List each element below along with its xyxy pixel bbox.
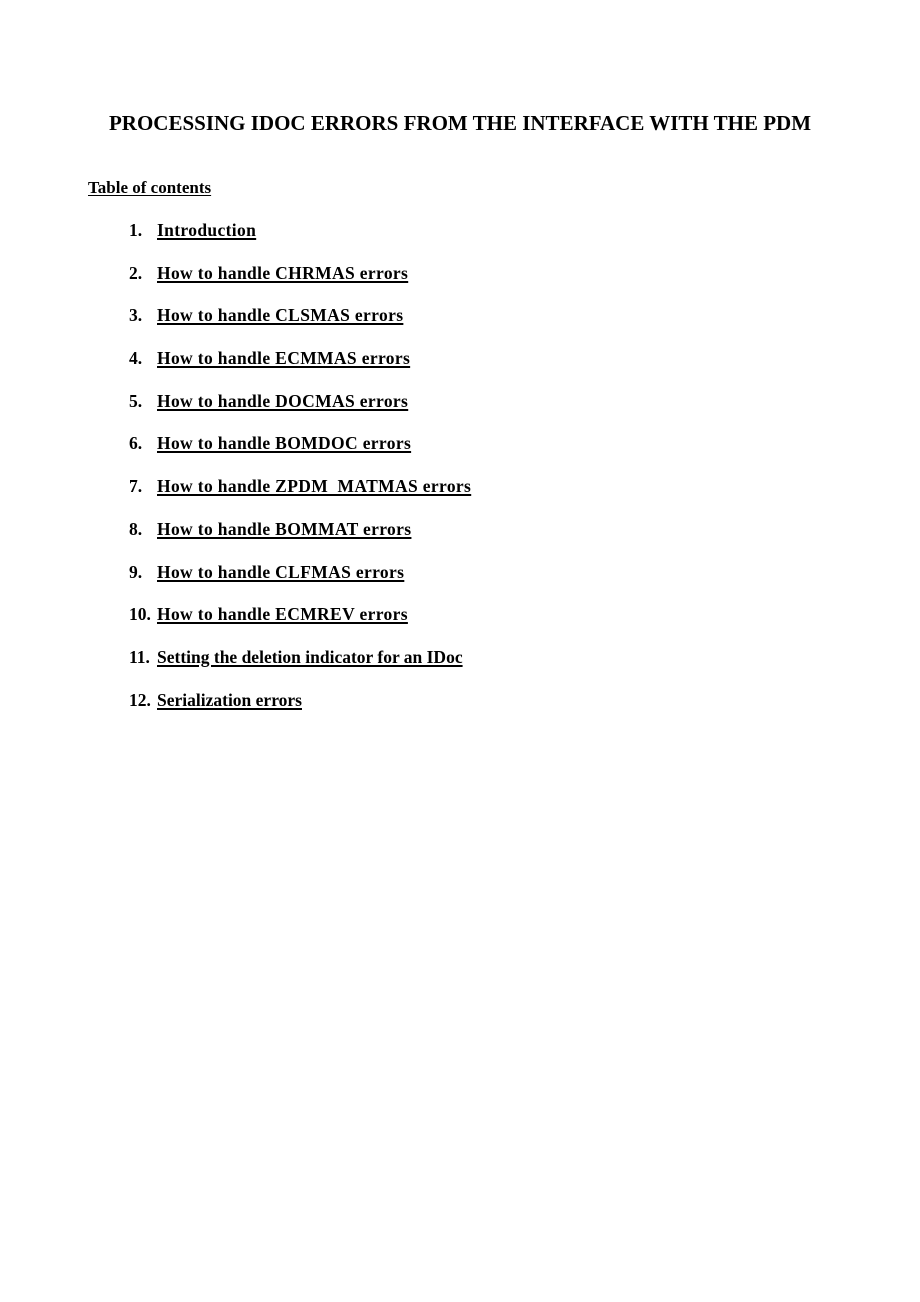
toc-item-docmas: 5. How to handle DOCMAS errors — [129, 391, 471, 434]
toc-item-number: 3. — [129, 305, 143, 326]
toc-item-number: 4. — [129, 348, 143, 369]
toc-item-number: 11. — [129, 646, 150, 667]
toc-item-chrmas: 2. How to handle CHRMAS errors — [129, 263, 471, 306]
toc-item-number: 6. — [129, 433, 143, 454]
toc-link-introduction[interactable]: Introduction — [157, 220, 256, 241]
toc-item-number: 12. — [129, 689, 151, 710]
toc-link-clsmas[interactable]: How to handle CLSMAS errors — [157, 305, 403, 326]
toc-item-number: 5. — [129, 390, 143, 411]
toc-link-bommat[interactable]: How to handle BOMMAT errors — [157, 519, 411, 540]
document-title: PROCESSING IDOC ERRORS FROM THE INTERFAC… — [108, 111, 812, 135]
toc-link-serialization-errors[interactable]: Serialization errors — [157, 690, 302, 711]
toc-item-bomdoc: 6. How to handle BOMDOC errors — [129, 433, 471, 476]
toc-link-ecmmas[interactable]: How to handle ECMMAS errors — [157, 348, 410, 369]
toc-item-clsmas: 3. How to handle CLSMAS errors — [129, 305, 471, 348]
toc-heading: Table of contents — [88, 178, 212, 197]
toc-item-clfmas: 9. How to handle CLFMAS errors — [129, 562, 471, 605]
toc-item-number: 2. — [129, 262, 143, 283]
toc-link-clfmas[interactable]: How to handle CLFMAS errors — [157, 562, 404, 583]
toc-item-deletion-indicator: 11. Setting the deletion indicator for a… — [129, 647, 471, 690]
toc-link-ecmrev[interactable]: How to handle ECMREV errors — [157, 604, 408, 625]
toc-link-deletion-indicator[interactable]: Setting the deletion indicator for an ID… — [157, 647, 463, 668]
toc-item-ecmrev: 10. How to handle ECMREV errors — [129, 604, 471, 647]
toc-item-number: 8. — [129, 518, 143, 539]
toc-item-number: 1. — [129, 220, 143, 240]
toc-item-number: 9. — [129, 561, 143, 582]
toc-item-number: 7. — [129, 476, 143, 497]
toc-item-serialization-errors: 12. Serialization errors — [129, 690, 471, 733]
toc-link-zpdm-matmas[interactable]: How to handle ZPDM MATMAS errors — [157, 476, 471, 497]
toc-link-chrmas[interactable]: How to handle CHRMAS errors — [157, 263, 408, 284]
toc-item-bommat: 8. How to handle BOMMAT errors — [129, 519, 471, 562]
toc-item-introduction: 1. Introduction — [129, 220, 471, 263]
toc-item-zpdm-matmas: 7. How to handle ZPDM MATMAS errors — [129, 476, 471, 519]
toc-link-docmas[interactable]: How to handle DOCMAS errors — [157, 391, 408, 412]
toc-link-bomdoc[interactable]: How to handle BOMDOC errors — [157, 433, 411, 454]
toc-item-ecmmas: 4. How to handle ECMMAS errors — [129, 348, 471, 391]
table-of-contents: 1. Introduction 2. How to handle CHRMAS … — [129, 220, 471, 732]
toc-item-number: 10. — [129, 604, 151, 625]
